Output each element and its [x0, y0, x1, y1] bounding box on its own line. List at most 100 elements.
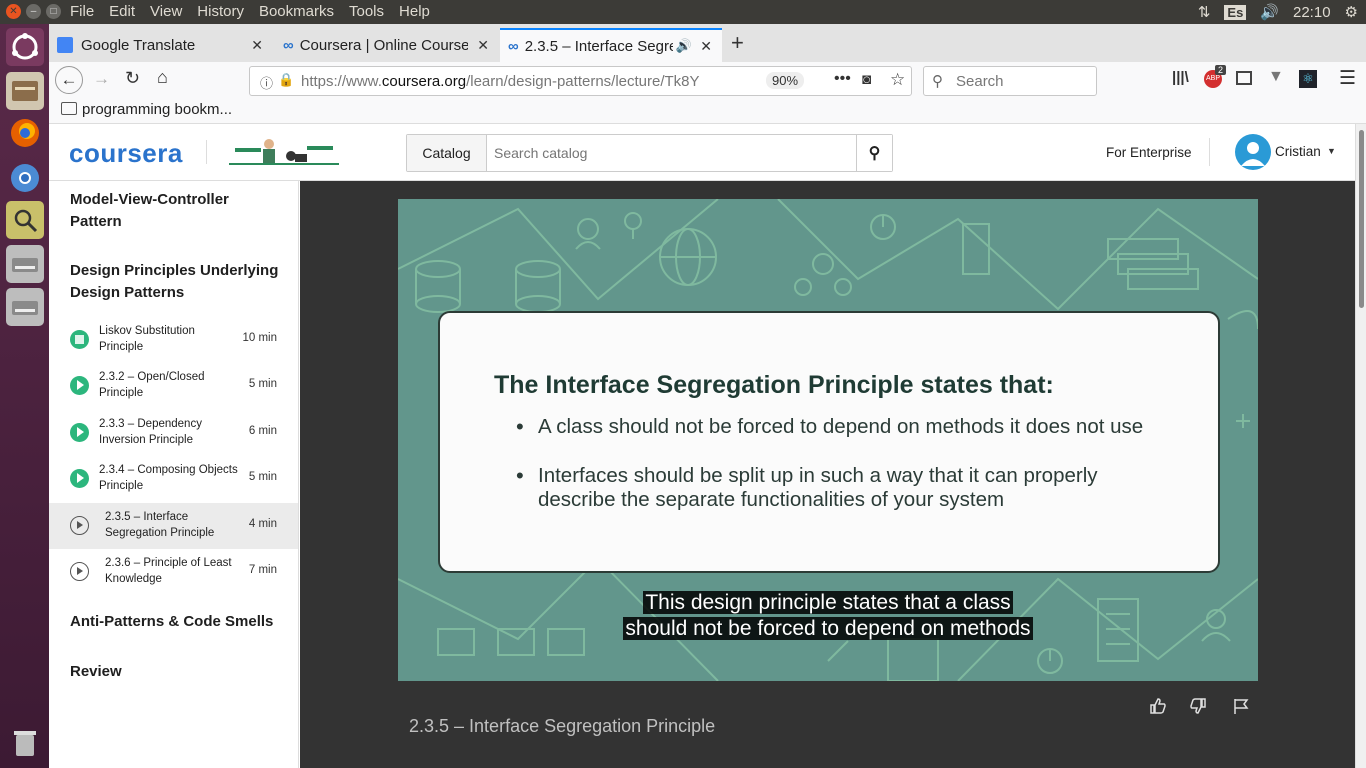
video-player[interactable]: The Interface Segregation Principle stat… [398, 199, 1258, 681]
lesson-composing-objects[interactable]: 2.3.4 – Composing Objects Principle 5 mi… [49, 456, 298, 502]
video-complete-icon [70, 423, 89, 442]
folder-icon [61, 102, 77, 115]
ubuntu-dash-icon[interactable] [6, 28, 44, 66]
for-enterprise-link[interactable]: For Enterprise [1106, 145, 1192, 160]
hamburger-menu-icon[interactable]: ☰ [1339, 67, 1356, 90]
bookmarks-bar: programming bookm... [49, 98, 1366, 124]
subtitle-line: This design principle states that a clas… [398, 591, 1258, 615]
network-icon[interactable]: ⇅ [1198, 3, 1211, 21]
pocket-icon[interactable]: ◙ [862, 71, 871, 88]
page-scrollbar[interactable] [1355, 124, 1366, 768]
video-complete-icon [70, 469, 89, 488]
forward-button[interactable]: → [93, 69, 110, 89]
coursera-logo[interactable]: coursera [69, 138, 183, 169]
chromium-icon[interactable] [6, 159, 44, 197]
tab-close-icon[interactable]: ✕ [700, 38, 712, 55]
bookmark-star-icon[interactable]: ☆ [890, 70, 905, 90]
slide-bullet: A class should not be forced to depend o… [516, 415, 1178, 439]
scrollbar-thumb[interactable] [1359, 130, 1364, 308]
drive-icon[interactable] [6, 245, 44, 283]
trash-icon[interactable] [6, 724, 44, 762]
files-icon[interactable] [6, 72, 44, 110]
url-domain: coursera.org [381, 73, 467, 90]
subtitle-line: should not be forced to depend on method… [398, 617, 1258, 641]
partner-illustration [227, 136, 341, 166]
lesson-dependency-inversion[interactable]: 2.3.3 – Dependency Inversion Principle 6… [49, 410, 298, 456]
menu-tools[interactable]: Tools [349, 3, 384, 20]
section-review[interactable]: Review [70, 661, 122, 683]
coursera-favicon: ∞ [508, 37, 519, 55]
lesson-least-knowledge[interactable]: 2.3.6 – Principle of Least Knowledge 7 m… [49, 549, 298, 595]
menu-edit[interactable]: Edit [109, 3, 135, 20]
url-prefix: https://www. [301, 73, 382, 90]
reload-button[interactable]: ↻ [125, 68, 140, 89]
thumbs-up-icon[interactable] [1149, 697, 1167, 720]
drive-icon-2[interactable] [6, 288, 44, 326]
lock-icon[interactable]: 🔒 [278, 72, 294, 88]
tab-close-icon[interactable]: ✕ [251, 37, 263, 54]
reading-complete-icon [70, 330, 89, 349]
image-viewer-icon[interactable] [6, 201, 44, 239]
lesson-interface-segregation[interactable]: 2.3.5 – Interface Segregation Principle … [49, 503, 298, 549]
system-top-bar: ✕ – □ File Edit View History Bookmarks T… [0, 0, 1366, 24]
sidebar-toggle-icon[interactable] [1236, 71, 1252, 85]
lesson-open-closed[interactable]: 2.3.2 – Open/Closed Principle 5 min [49, 363, 298, 409]
play-icon [70, 562, 89, 581]
close-window-icon[interactable]: ✕ [6, 4, 21, 19]
extension-v-icon[interactable]: ▼ [1268, 68, 1284, 86]
catalog-button[interactable]: Catalog [407, 135, 487, 171]
catalog-search-button[interactable]: ⚲ [856, 135, 892, 171]
menu-view[interactable]: View [150, 3, 182, 20]
library-icon[interactable]: |||\ [1172, 69, 1189, 86]
keyboard-indicator[interactable]: Es [1224, 4, 1247, 20]
info-icon[interactable]: ⓘ [260, 73, 273, 92]
zoom-level[interactable]: 90% [766, 72, 805, 89]
back-button[interactable]: ← [55, 66, 83, 94]
url-path: /learn/design-patterns/lecture/Tk8Y [466, 73, 700, 90]
user-name[interactable]: Cristian [1275, 144, 1321, 159]
clock[interactable]: 22:10 [1293, 4, 1331, 21]
lesson-liskov[interactable]: Liskov Substitution Principle 10 min [49, 317, 298, 363]
browser-tab-bar: Google Translate ✕ ∞ Coursera | Online C… [49, 24, 1366, 62]
video-complete-icon [70, 376, 89, 395]
user-menu-chevron-icon[interactable]: ▼ [1327, 146, 1336, 156]
lesson-title: 2.3.2 – Open/Closed Principle [99, 371, 205, 399]
volume-icon[interactable]: 🔊 [1260, 3, 1279, 21]
lesson-title: 2.3.4 – Composing Objects Principle [99, 464, 238, 492]
tab-close-icon[interactable]: ✕ [477, 37, 489, 54]
firefox-icon[interactable] [6, 114, 44, 152]
lesson-title: 2.3.5 – Interface Segregation Principle [105, 511, 215, 539]
search-placeholder: Search [956, 73, 1004, 90]
search-icon: ⚲ [868, 145, 881, 162]
maximize-window-icon[interactable]: □ [46, 4, 61, 19]
home-button[interactable]: ⌂ [157, 67, 168, 88]
tab-google-translate[interactable]: Google Translate ✕ [49, 28, 273, 62]
coursera-header: coursera Catalog ⚲ For Enterprise [49, 124, 1355, 181]
tab-coursera[interactable]: ∞ Coursera | Online Courses ✕ [275, 28, 499, 62]
minimize-window-icon[interactable]: – [26, 4, 41, 19]
react-devtools-icon[interactable]: ⚛ [1299, 70, 1317, 88]
settings-gear-icon[interactable]: ⚙ [1345, 3, 1358, 21]
tab-audio-icon[interactable]: 🔊 [676, 38, 692, 54]
video-content-area: The Interface Segregation Principle stat… [300, 181, 1355, 768]
section-anti-patterns[interactable]: Anti-Patterns & Code Smells [70, 611, 273, 633]
avatar[interactable] [1235, 134, 1271, 170]
lecture-title: 2.3.5 – Interface Segregation Principle [409, 716, 716, 736]
tab-interface-segregation[interactable]: ∞ 2.3.5 – Interface Segregation 🔊 ✕ [500, 28, 722, 62]
page-actions-icon[interactable]: ••• [834, 70, 851, 88]
browser-search-field[interactable]: ⚲ Search [923, 66, 1097, 96]
menu-help[interactable]: Help [399, 3, 430, 20]
section-mvc[interactable]: Model-View-Controller Pattern [70, 189, 270, 233]
tab-label: Coursera | Online Courses [299, 36, 468, 54]
flag-icon[interactable] [1232, 697, 1250, 720]
thumbs-down-icon[interactable] [1189, 697, 1207, 720]
bookmark-folder[interactable]: programming bookm... [82, 101, 232, 118]
lesson-duration: 5 min [248, 378, 277, 390]
menu-file[interactable]: File [70, 3, 94, 20]
section-design-principles[interactable]: Design Principles Underlying Design Patt… [70, 260, 280, 304]
catalog-search-input[interactable] [488, 135, 856, 171]
new-tab-button[interactable]: + [731, 30, 744, 56]
menu-history[interactable]: History [197, 3, 244, 20]
menu-bookmarks[interactable]: Bookmarks [259, 3, 334, 20]
url-bar[interactable]: ⓘ 🔒 https://www.coursera.org/learn/desig… [249, 66, 912, 96]
